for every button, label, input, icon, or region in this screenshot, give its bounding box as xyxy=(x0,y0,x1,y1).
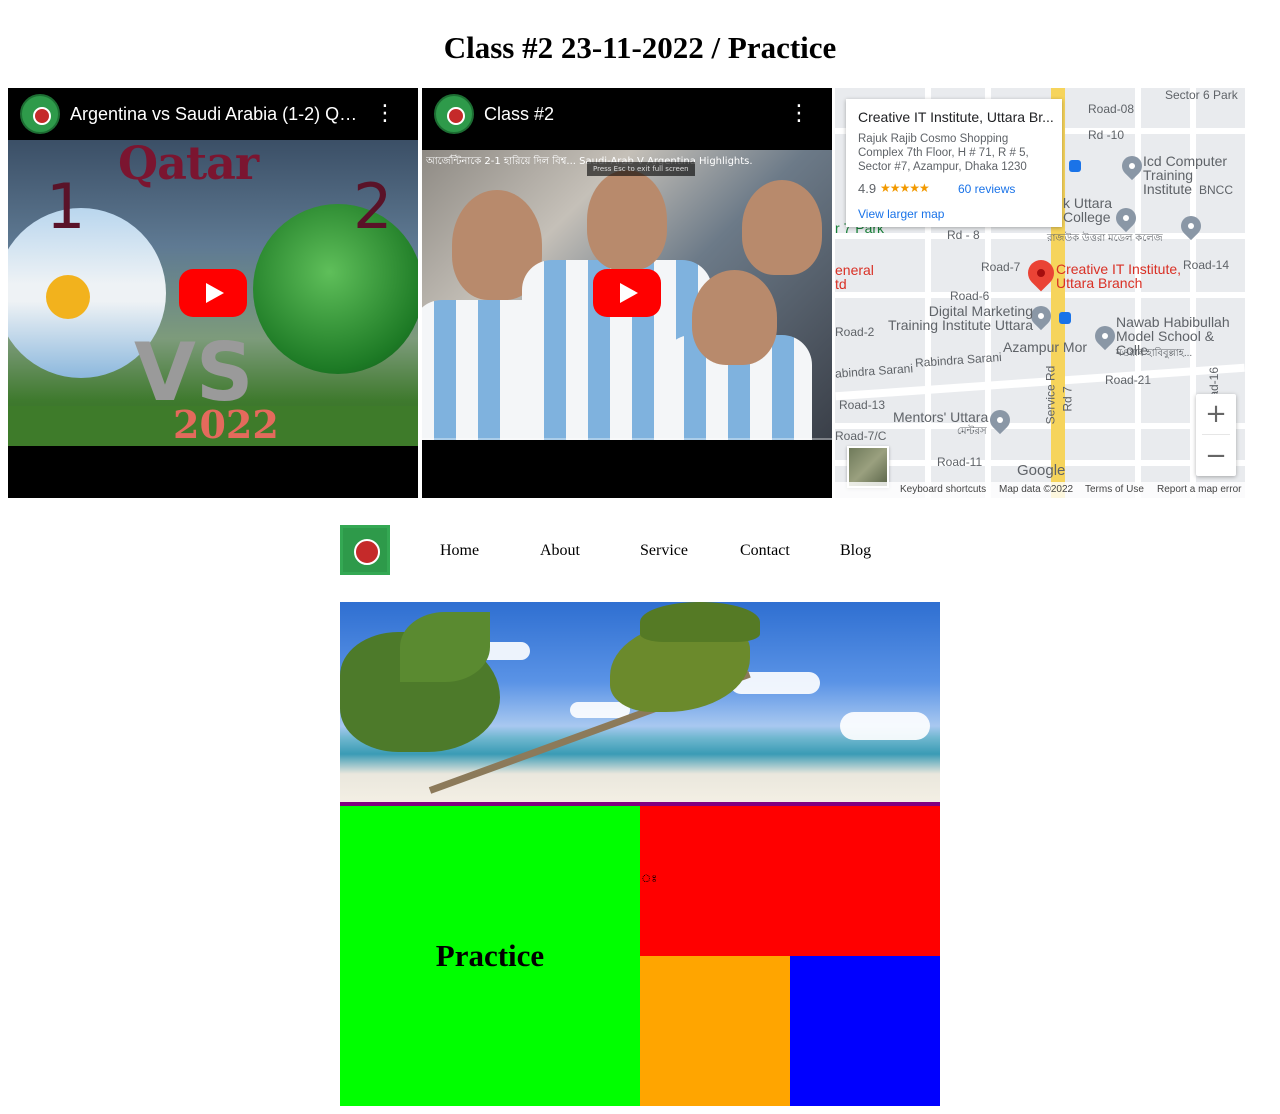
map-place-label[interactable]: Mentors' Uttara xyxy=(893,410,988,424)
green-box: Practice xyxy=(340,806,640,1106)
map-label: Road-7 xyxy=(981,260,1021,274)
fan-face xyxy=(742,180,822,275)
nav-blog[interactable]: Blog xyxy=(840,542,871,560)
terms-link[interactable]: Terms of Use xyxy=(1085,484,1144,495)
map-place-label[interactable]: Azampur Mor xyxy=(1003,340,1087,354)
map-road xyxy=(835,233,1245,239)
map-pin-icon[interactable] xyxy=(1090,321,1120,351)
map-label: Sector 6 Park xyxy=(1165,88,1238,102)
sun-emblem xyxy=(46,275,90,319)
saudi-ball xyxy=(253,204,418,374)
red-box: ঃ xyxy=(640,806,940,956)
color-grid: Practice ঃ xyxy=(340,806,940,1106)
play-icon[interactable] xyxy=(593,269,661,317)
view-larger-map-link[interactable]: View larger map xyxy=(858,207,944,221)
map-label: Road-13 xyxy=(839,398,886,412)
video-title[interactable]: Class #2 xyxy=(484,104,774,125)
google-logo: Google xyxy=(1017,462,1066,479)
map-label: Rd -10 xyxy=(1088,128,1125,142)
fan-face xyxy=(587,170,667,270)
map-label: মেন্টরস xyxy=(957,426,987,437)
more-vertical-icon[interactable]: ⋮ xyxy=(374,103,396,125)
hero-beach-image xyxy=(340,602,940,802)
map-place-label[interactable]: Digital Marketing Training Institute Utt… xyxy=(877,304,1033,332)
video-header: Argentina vs Saudi Arabia (1-2) Qa... ⋮ xyxy=(8,88,418,140)
map-place-label[interactable]: Creative IT Institute, Uttara Branch xyxy=(1056,262,1186,290)
site-logo-icon[interactable] xyxy=(340,525,390,575)
score-left: 1 xyxy=(46,170,86,243)
place-address: Rajuk Rajib Cosmo Shopping Complex 7th F… xyxy=(858,133,1029,173)
map-road xyxy=(1135,88,1141,498)
place-title: Creative IT Institute, Uttara Br... xyxy=(858,109,1054,125)
red-box-text: ঃ xyxy=(641,873,658,885)
map-label: রাজউক উত্তরা মডেল কলেজ xyxy=(1047,233,1163,244)
practice-heading: Practice xyxy=(435,938,545,973)
map-label: abindra Sarani xyxy=(835,361,914,381)
map-label: নওয়াব হাবিবুল্লাহ... xyxy=(1116,348,1193,359)
bus-stop-icon[interactable] xyxy=(1059,312,1071,324)
bus-stop-icon[interactable] xyxy=(1069,160,1081,172)
map-label: Rd - 8 xyxy=(947,228,980,242)
zoom-in-icon[interactable]: + xyxy=(1196,394,1236,434)
map-label: Road-11 xyxy=(937,455,983,469)
map-data-text: Map data ©2022 xyxy=(999,484,1074,495)
main-nav: Home About Service Contact Blog xyxy=(340,525,940,575)
zoom-out-icon[interactable]: − xyxy=(1196,436,1236,476)
map-label: Road-6 xyxy=(950,289,990,303)
more-vertical-icon[interactable]: ⋮ xyxy=(788,103,810,125)
score-right: 2 xyxy=(353,170,393,243)
video-header: Class #2 ⋮ xyxy=(422,88,832,140)
map-label: Road-14 xyxy=(1183,258,1230,272)
blue-box xyxy=(790,956,940,1106)
map-place-label[interactable]: Icd Computer Training Institute xyxy=(1143,154,1243,196)
map-road xyxy=(835,292,1245,298)
orange-box xyxy=(640,956,790,1106)
reviews-link[interactable]: 60 reviews xyxy=(958,182,1015,196)
map-place-label[interactable]: eneral xyxy=(835,263,874,277)
rating-stars-icon: ★★★★★ xyxy=(880,181,930,195)
map-label: Road-2 xyxy=(835,325,875,339)
map-label: Road-7/C xyxy=(835,429,887,443)
embeds-row: Argentina vs Saudi Arabia (1-2) Qa... ⋮ … xyxy=(8,88,1248,498)
map-label: Road-21 xyxy=(1105,373,1152,387)
play-icon[interactable] xyxy=(179,269,247,317)
map-label: Rd 7 xyxy=(1060,386,1075,412)
youtube-embed-argentina[interactable]: Argentina vs Saudi Arabia (1-2) Qa... ⋮ … xyxy=(8,88,418,498)
google-map-embed[interactable]: Road-08 Rd -10 Rd - 8 Road-7 Road-14 Roa… xyxy=(835,88,1245,498)
map-label: Service Rd xyxy=(1043,365,1058,425)
thumbnail-year: 2022 xyxy=(173,402,279,446)
youtube-embed-class-2[interactable]: Class #2 ⋮ আর্জেন্টিনাকে 2-1 হারিয়ে দিল… xyxy=(422,88,832,498)
map-place-label[interactable]: k Uttara College xyxy=(1063,196,1123,224)
video-progress-bar[interactable] xyxy=(422,438,832,440)
map-label: Road-08 xyxy=(1088,102,1135,116)
page-title: Class #2 23-11-2022 / Practice xyxy=(443,30,837,65)
map-place-label[interactable]: td xyxy=(835,277,847,291)
nav-home[interactable]: Home xyxy=(440,542,479,560)
report-error-link[interactable]: Report a map error xyxy=(1157,484,1241,495)
place-info-card: Creative IT Institute, Uttara Br... Raju… xyxy=(846,99,1062,227)
cloud xyxy=(570,702,630,718)
keyboard-shortcuts-link[interactable]: Keyboard shortcuts xyxy=(900,484,986,495)
zoom-controls: + − xyxy=(1196,394,1236,476)
nav-about[interactable]: About xyxy=(540,542,580,560)
channel-logo-icon[interactable] xyxy=(20,94,60,134)
place-rating: 4.9 xyxy=(858,181,877,196)
map-pin-icon[interactable] xyxy=(1117,151,1147,181)
palm-foliage xyxy=(400,612,490,682)
map-attribution: Keyboard shortcuts Map data ©2022 Terms … xyxy=(835,482,1245,498)
nav-contact[interactable]: Contact xyxy=(740,542,790,560)
fan-face xyxy=(692,270,777,365)
video-title[interactable]: Argentina vs Saudi Arabia (1-2) Qa... xyxy=(70,104,360,125)
palm-foliage xyxy=(640,602,760,642)
nav-service[interactable]: Service xyxy=(640,542,688,560)
cloud xyxy=(840,712,930,740)
zoom-divider xyxy=(1202,434,1230,435)
thumbnail-brand-word: Qatar xyxy=(118,140,259,190)
channel-logo-icon[interactable] xyxy=(434,94,474,134)
fullscreen-hint: Press Esc to exit full screen xyxy=(587,162,695,176)
